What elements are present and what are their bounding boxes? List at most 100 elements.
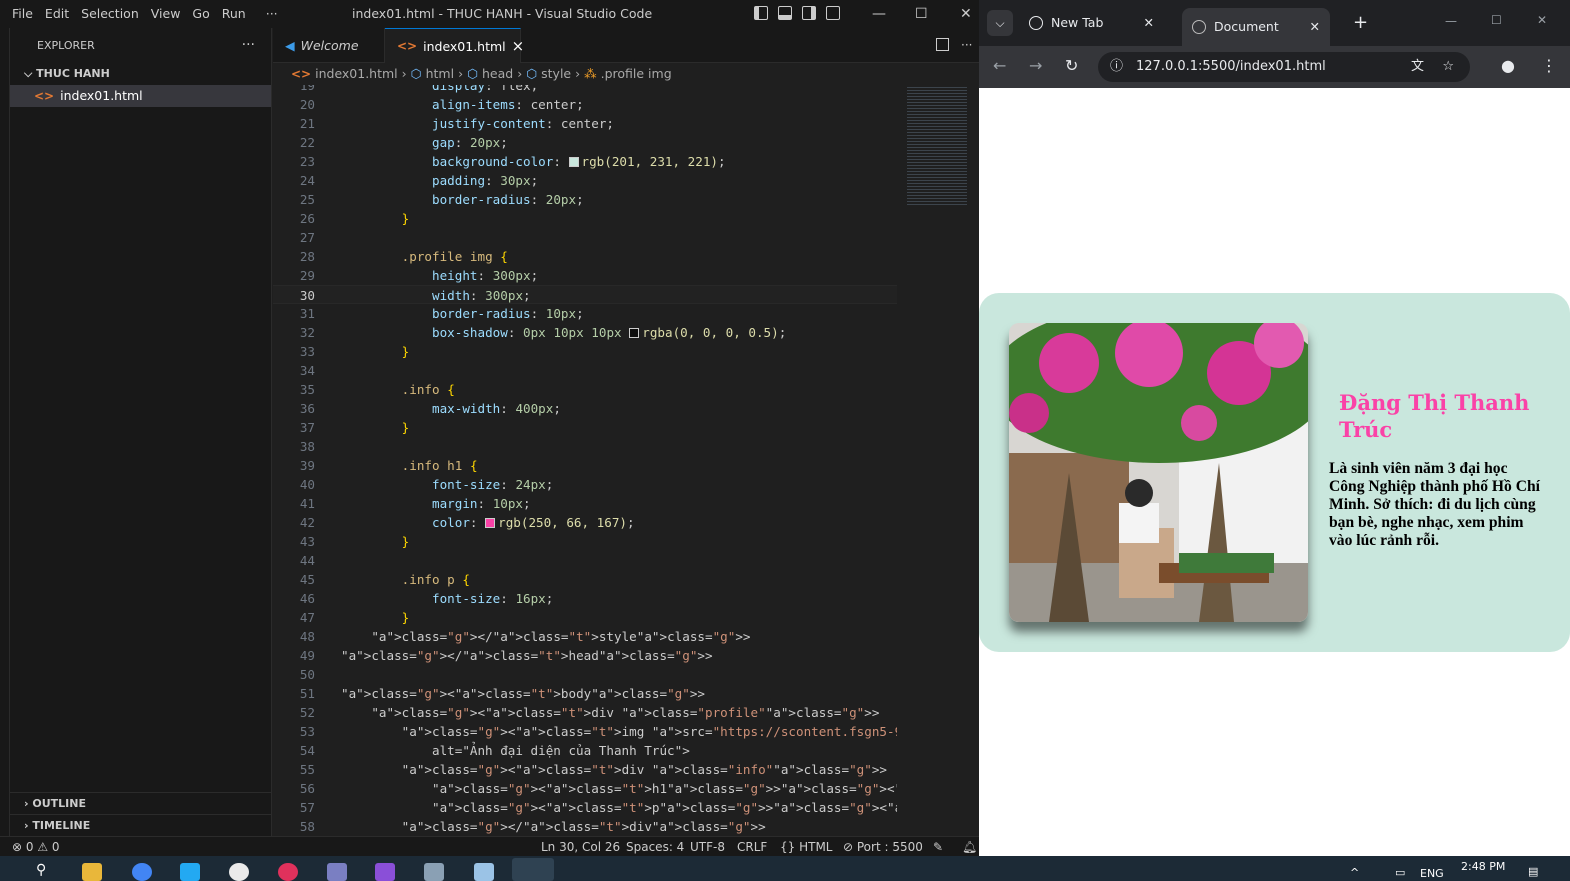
breadcrumb-file[interactable]: index01.html xyxy=(315,63,398,85)
code-line[interactable]: 22 gap: 20px; xyxy=(273,133,897,152)
code-line[interactable]: 40 font-size: 24px; xyxy=(273,475,897,494)
code-line[interactable]: 26 } xyxy=(273,209,897,228)
code-line[interactable]: 24 padding: 30px; xyxy=(273,171,897,190)
back-icon[interactable]: ← xyxy=(993,56,1006,75)
close-icon[interactable]: ✕ xyxy=(960,0,972,28)
maximize-icon[interactable]: ☐ xyxy=(915,0,928,28)
encoding[interactable]: UTF-8 xyxy=(690,837,725,857)
menu-more[interactable]: ··· xyxy=(260,0,284,28)
code-line[interactable]: 39 .info h1 { xyxy=(273,456,897,475)
address-bar[interactable]: ⓘ 127.0.0.1:5500/index01.html 文 ☆ xyxy=(1098,52,1470,82)
tab-welcome[interactable]: ◀ Welcome xyxy=(273,28,385,63)
menu-edit[interactable]: Edit xyxy=(39,0,75,28)
code-line[interactable]: 33 } xyxy=(273,342,897,361)
problems-indicator[interactable]: ⊗ 0 ⚠ 0 xyxy=(12,837,60,857)
code-line[interactable]: 53 "a">class="g"><"a">class="t">img "a">… xyxy=(273,722,897,741)
code-line[interactable]: 31 border-radius: 10px; xyxy=(273,304,897,323)
code-line[interactable]: 58 "a">class="g"></"a">class="t">div"a">… xyxy=(273,817,897,836)
code-line[interactable]: 27 xyxy=(273,228,897,247)
code-line[interactable]: 47 } xyxy=(273,608,897,627)
code-line[interactable]: 52 "a">class="g"><"a">class="t">div "a">… xyxy=(273,703,897,722)
code-line[interactable]: 21 justify-content: center; xyxy=(273,114,897,133)
vscode-icon[interactable] xyxy=(180,863,200,881)
new-tab-icon[interactable]: + xyxy=(1353,12,1368,33)
toggle-sidebar-icon[interactable] xyxy=(754,6,768,20)
active-app-icon[interactable] xyxy=(512,858,554,881)
line-endings[interactable]: CRLF xyxy=(737,837,767,857)
code-line[interactable]: 44 xyxy=(273,551,897,570)
code-line[interactable]: 35 .info { xyxy=(273,380,897,399)
app-icon[interactable] xyxy=(278,863,298,881)
notifications-icon[interactable]: 🔔︎ xyxy=(962,837,977,857)
maximize-icon[interactable]: ☐ xyxy=(1491,13,1502,27)
language-indicator[interactable]: ENG xyxy=(1420,867,1444,880)
minimap[interactable] xyxy=(897,85,979,836)
file-index01[interactable]: <> index01.html xyxy=(10,85,271,107)
toggle-panel-icon[interactable] xyxy=(778,6,792,20)
forward-icon[interactable]: → xyxy=(1029,56,1042,75)
code-line[interactable]: 28 .profile img { xyxy=(273,247,897,266)
color-swatch-icon[interactable] xyxy=(568,157,579,167)
minimize-icon[interactable]: — xyxy=(1445,14,1457,28)
folder-thuc-hanh[interactable]: ⌵ THUC HANH xyxy=(10,63,271,85)
editor-more-icon[interactable]: ··· xyxy=(961,28,972,63)
menu-run[interactable]: Run xyxy=(216,0,252,28)
code-line[interactable]: 23 background-color: rgb(201, 231, 221); xyxy=(273,152,897,171)
app-icon[interactable] xyxy=(424,863,444,881)
more-actions-icon[interactable]: ··· xyxy=(242,28,255,63)
code-line[interactable]: 49 "a">class="g"></"a">class="t">head"a">… xyxy=(273,646,897,665)
tab-search-icon[interactable]: ⌵ xyxy=(987,10,1013,36)
code-line[interactable]: 19 display: flex; xyxy=(273,85,897,95)
chevron-up-icon[interactable]: ^ xyxy=(1350,866,1359,879)
tab-index01[interactable]: <> index01.html × xyxy=(385,28,524,63)
app-icon[interactable] xyxy=(474,863,494,881)
split-editor-icon[interactable] xyxy=(936,38,949,51)
color-swatch-icon[interactable] xyxy=(629,328,640,338)
code-editor[interactable]: 19 display: flex; 20 align-items: center;… xyxy=(273,85,897,836)
code-line[interactable]: 50 xyxy=(273,665,897,684)
menu-go[interactable]: Go xyxy=(186,0,215,28)
clock[interactable]: 2:48 PM xyxy=(1461,860,1505,873)
code-line[interactable]: 36 max-width: 400px; xyxy=(273,399,897,418)
app-icon[interactable] xyxy=(229,863,249,881)
code-line[interactable]: 56 "a">class="g"><"a">class="t">h1"a">cl… xyxy=(273,779,897,798)
reload-icon[interactable]: ↻ xyxy=(1065,56,1078,75)
timeline-section[interactable]: › TIMELINE xyxy=(10,814,272,836)
code-line[interactable]: 25 border-radius: 20px; xyxy=(273,190,897,209)
outline-section[interactable]: › OUTLINE xyxy=(10,792,272,814)
app-icon[interactable] xyxy=(327,863,347,881)
live-server-port[interactable]: ⊘ Port : 5500 xyxy=(843,837,923,857)
code-line[interactable]: 57 "a">class="g"><"a">class="t">p"a">cla… xyxy=(273,798,897,817)
code-line[interactable]: 54 alt="Ảnh đại diện của Thanh Trúc"> xyxy=(273,741,897,760)
chrome-icon[interactable] xyxy=(132,863,152,881)
toggle-secondary-sidebar-icon[interactable] xyxy=(802,6,816,20)
code-line[interactable]: 55 "a">class="g"><"a">class="t">div "a">… xyxy=(273,760,897,779)
breadcrumb-html[interactable]: html xyxy=(426,63,454,85)
code-line[interactable]: 43 } xyxy=(273,532,897,551)
breadcrumb-style[interactable]: style xyxy=(541,63,571,85)
browser-tab-document[interactable]: Document ✕ xyxy=(1182,8,1330,46)
code-line[interactable]: 30 width: 300px; xyxy=(273,285,897,304)
code-line[interactable]: 41 margin: 10px; xyxy=(273,494,897,513)
bookmark-star-icon[interactable]: ☆ xyxy=(1442,52,1454,82)
file-explorer-icon[interactable] xyxy=(82,863,102,881)
chrome-menu-icon[interactable]: ⋮ xyxy=(1541,56,1557,75)
code-line[interactable]: 29 height: 300px; xyxy=(273,266,897,285)
code-line[interactable]: 37 } xyxy=(273,418,897,437)
close-icon[interactable]: ✕ xyxy=(1537,13,1547,27)
color-swatch-icon[interactable] xyxy=(485,518,496,528)
code-line[interactable]: 51 "a">class="g"><"a">class="t">body"a">c… xyxy=(273,684,897,703)
language-mode[interactable]: {} HTML xyxy=(780,837,833,857)
cursor-position[interactable]: Ln 30, Col 26 xyxy=(541,837,620,857)
indentation[interactable]: Spaces: 4 xyxy=(626,837,684,857)
browser-tab-newtab[interactable]: New Tab ✕ xyxy=(1019,8,1164,38)
code-line[interactable]: 42 color: rgb(250, 66, 167); xyxy=(273,513,897,532)
tab-close-icon[interactable]: × xyxy=(512,29,525,64)
notification-center-icon[interactable]: ▤ xyxy=(1528,865,1538,878)
menu-file[interactable]: File xyxy=(6,0,39,28)
code-line[interactable]: 32 box-shadow: 0px 10px 10px rgba(0, 0, … xyxy=(273,323,897,342)
copilot-icon[interactable]: ✎ xyxy=(933,837,943,857)
code-line[interactable]: 46 font-size: 16px; xyxy=(273,589,897,608)
tab-close-icon[interactable]: ✕ xyxy=(1144,8,1154,38)
menu-view[interactable]: View xyxy=(145,0,187,28)
